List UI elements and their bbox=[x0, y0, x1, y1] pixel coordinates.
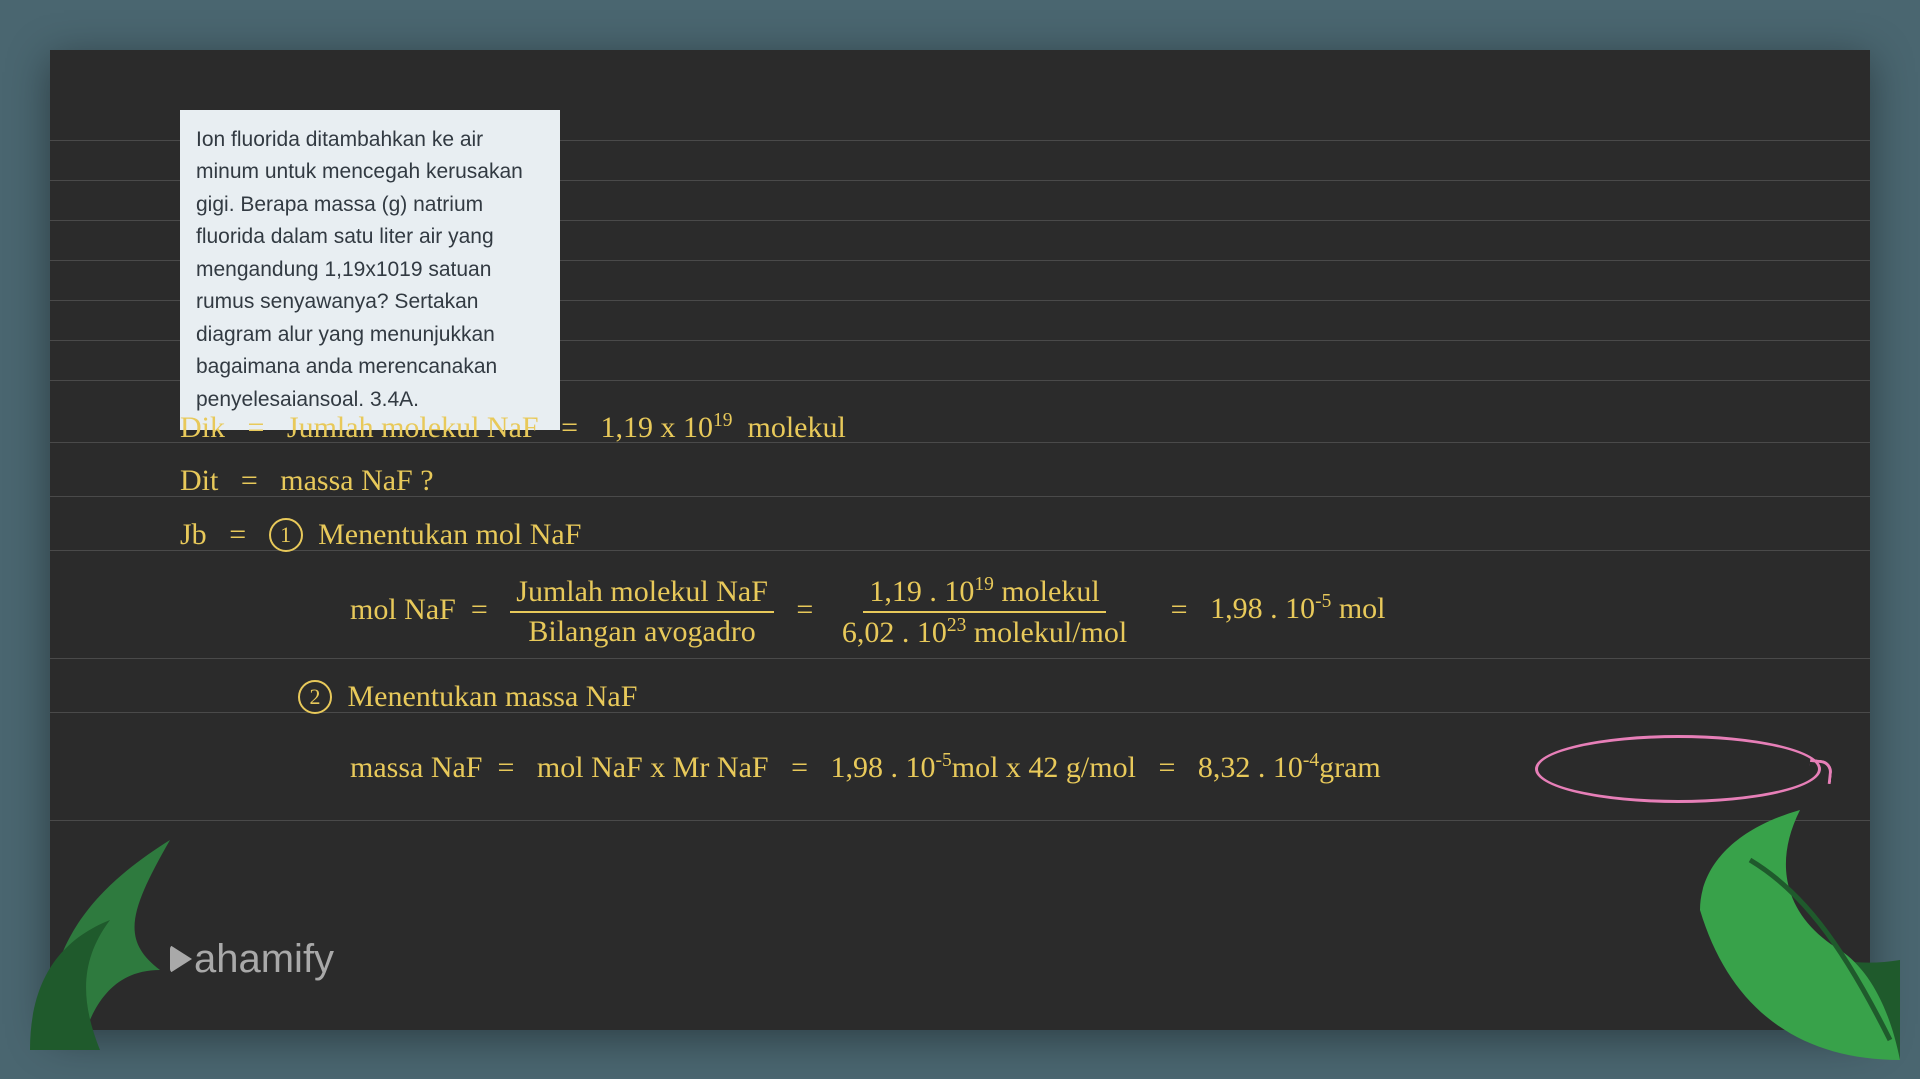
step1-eq: mol NaF = Jumlah molekul NaF Bilangan av… bbox=[350, 574, 1386, 650]
jb-row: Jb = 1 Menentukan mol NaF bbox=[180, 518, 581, 554]
step2-eq: massa NaF = mol NaF x Mr NaF = 1,98 . 10… bbox=[350, 750, 1381, 785]
dit-row: Dit = massa NaF ? bbox=[180, 464, 434, 498]
step1-badge: 1 bbox=[269, 518, 303, 552]
dik-row: Dik = Jumlah molekul NaF = 1,19 x 1019 m… bbox=[180, 410, 846, 445]
dit-label: Dit bbox=[180, 464, 218, 497]
dit-expr: massa NaF ? bbox=[280, 464, 433, 497]
step2-title: Menentukan massa NaF bbox=[348, 680, 638, 713]
dik-expr: Jumlah molekul NaF bbox=[287, 411, 539, 444]
step1-result: 1,98 . 10-5 mol bbox=[1210, 592, 1385, 625]
blackboard: Ion fluorida ditambahkan ke air minum un… bbox=[50, 50, 1870, 1030]
dik-label: Dik bbox=[180, 411, 225, 444]
brand-logo: ahamify bbox=[170, 937, 334, 982]
play-icon bbox=[170, 945, 192, 973]
final-answer: 8,32 . 10-4gram bbox=[1198, 751, 1381, 784]
dik-value: 1,19 x 10 bbox=[601, 411, 714, 444]
step1-title: Menentukan mol NaF bbox=[318, 518, 581, 551]
step2-badge: 2 bbox=[298, 680, 332, 714]
brand-text: ahamify bbox=[194, 937, 334, 982]
question-card: Ion fluorida ditambahkan ke air minum un… bbox=[180, 110, 560, 431]
step2-row: 2 Menentukan massa NaF bbox=[298, 680, 637, 716]
jb-label: Jb bbox=[180, 518, 207, 551]
question-text: Ion fluorida ditambahkan ke air minum un… bbox=[196, 128, 523, 411]
